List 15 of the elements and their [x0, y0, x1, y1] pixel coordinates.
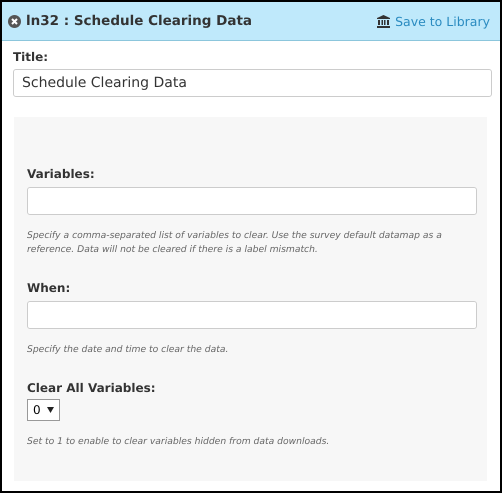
close-icon[interactable] [8, 14, 21, 28]
title-field[interactable]: Schedule Clearing Data [13, 69, 492, 97]
field-label: Variables: [27, 167, 96, 181]
text-field[interactable] [27, 301, 477, 329]
field-label: Clear All Variables: [27, 381, 157, 395]
text-field[interactable] [27, 187, 477, 215]
panel-title: ln32 : Schedule Clearing Data [26, 13, 254, 29]
dropdown[interactable]: 0 [27, 399, 60, 421]
field-label: When: [27, 281, 72, 295]
help-text: Specify the date and time to clear the data. [27, 343, 230, 357]
help-text: Set to 1 to enable to clear variables hidden from data downloads. [27, 435, 330, 449]
help-text: Specify a comma-separated list of variables to clear. Use the survey default datamap as a reference. Data will not be cleared if there is a label mismatch. [27, 229, 443, 257]
bank-icon [377, 14, 390, 28]
caret-icon [46, 407, 54, 413]
field-label: Title: [13, 50, 50, 64]
